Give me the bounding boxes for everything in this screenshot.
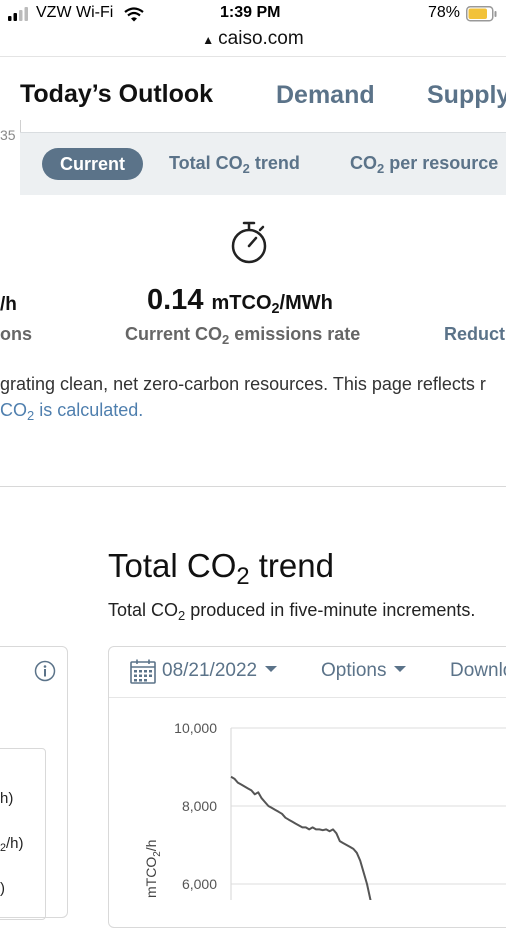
stopwatch-icon xyxy=(231,221,267,264)
left-row-1: h) xyxy=(0,790,14,807)
address-bar[interactable]: ▲ caiso.com xyxy=(0,28,506,50)
left-metric-value: /h xyxy=(0,294,17,315)
chevron-down-icon xyxy=(394,665,407,672)
left-edge-number: 35 xyxy=(0,127,16,143)
co2-rate-label: Current CO2 emissions rate xyxy=(125,324,361,347)
left-inner-card xyxy=(0,748,46,920)
co2-rate-unit: mTCO2/MWh xyxy=(211,292,333,318)
options-dropdown[interactable]: Options xyxy=(321,660,407,682)
left-row-3: ) xyxy=(0,880,5,897)
description-text: grating clean, net zero-carbon resources… xyxy=(0,374,486,394)
co2-rate-value: 0.14 mTCO2/MWh xyxy=(147,284,333,318)
y-tick-label: 6,000 xyxy=(182,876,217,892)
tab-total-co2-trend[interactable]: Total CO2 trend xyxy=(169,153,300,176)
address-divider xyxy=(0,56,506,57)
battery-icon xyxy=(466,6,497,22)
toolbar-divider xyxy=(109,697,506,698)
left-metric-label: ons xyxy=(0,324,33,344)
tab-current[interactable]: Current xyxy=(42,148,143,180)
section-title: Total CO2 trend xyxy=(108,547,334,590)
info-icon[interactable] xyxy=(34,660,56,682)
left-row-2: 2/h) xyxy=(0,835,24,855)
clock-time: 1:39 PM xyxy=(220,4,281,21)
nav-todays-outlook[interactable]: Today’s Outlook xyxy=(20,80,213,109)
co2-calculation-link[interactable]: CO2 is calculated. xyxy=(0,400,143,423)
chevron-down-icon xyxy=(265,665,278,672)
y-axis-label: mTCO2/h xyxy=(143,840,163,898)
battery-percent: 78% xyxy=(428,4,461,21)
tab-co2-per-resource[interactable]: CO2 per resource xyxy=(350,153,498,176)
carrier-label: VZW Wi-Fi xyxy=(36,4,114,21)
y-tick-label: 10,000 xyxy=(174,720,217,736)
y-tick-label: 8,000 xyxy=(182,798,217,814)
co2-trend-chart: 10,000 8,000 6,000 mTCO2/h xyxy=(143,720,506,900)
cellular-signal-icon xyxy=(8,7,28,21)
section-divider xyxy=(0,486,506,487)
wifi-icon xyxy=(124,7,144,22)
section-subtitle: Total CO2 produced in five-minute increm… xyxy=(108,600,476,623)
download-button[interactable]: Downlo xyxy=(450,660,506,682)
date-dropdown[interactable]: 08/21/2022 xyxy=(162,660,278,682)
status-bar: VZW Wi-Fi 1:39 PM 78% xyxy=(0,0,506,28)
series-line xyxy=(230,775,372,900)
url-text: caiso.com xyxy=(218,28,304,49)
nav-demand-link[interactable]: Demand xyxy=(276,81,375,110)
calendar-icon[interactable] xyxy=(130,659,156,684)
right-metric-label: Reduct xyxy=(444,324,506,344)
lock-icon: ▲ xyxy=(202,33,215,47)
nav-supply-link[interactable]: Supply xyxy=(427,81,506,110)
